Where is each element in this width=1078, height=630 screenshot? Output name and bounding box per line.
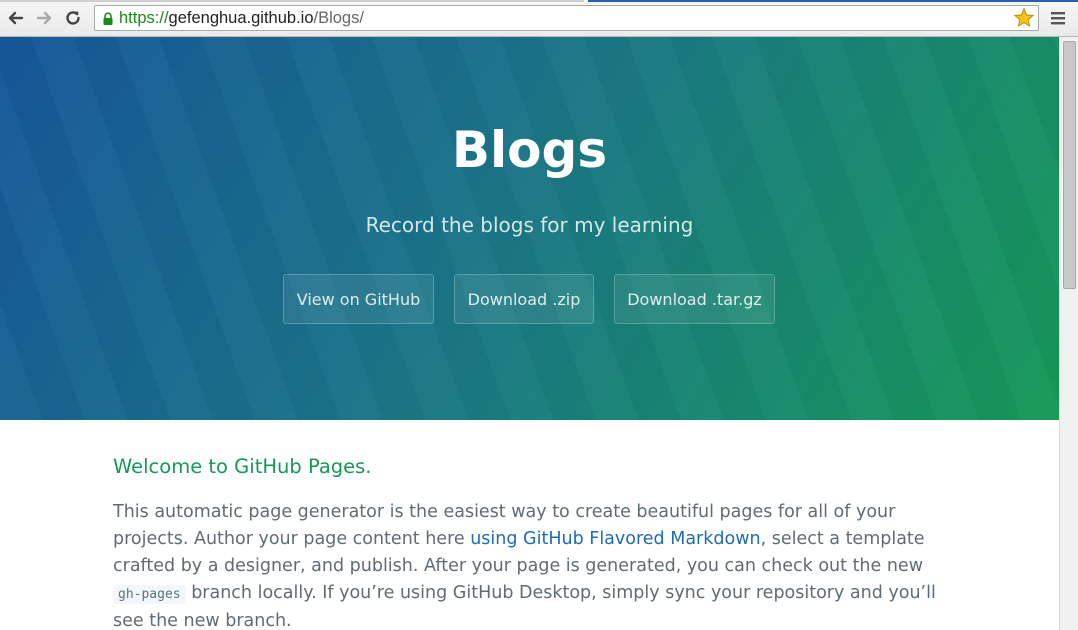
active-tab-edge bbox=[588, 0, 1078, 2]
download-targz-button[interactable]: Download .tar.gz bbox=[614, 274, 775, 324]
page-viewport: Blogs Record the blogs for my learning V… bbox=[0, 37, 1059, 630]
back-button[interactable] bbox=[5, 7, 27, 29]
project-title: Blogs bbox=[451, 121, 608, 179]
welcome-heading: Welcome to GitHub Pages. bbox=[113, 455, 372, 478]
url-text[interactable]: https://gefenghua.github.io/Blogs/ bbox=[119, 6, 364, 30]
page-header: Blogs Record the blogs for my learning V… bbox=[0, 37, 1059, 420]
address-bar[interactable]: https://gefenghua.github.io/Blogs/ bbox=[94, 5, 1039, 31]
reload-icon bbox=[66, 11, 80, 25]
reload-button[interactable] bbox=[62, 7, 84, 29]
star-icon[interactable] bbox=[1013, 7, 1035, 29]
back-arrow-icon bbox=[8, 11, 24, 25]
download-zip-button[interactable]: Download .zip bbox=[454, 274, 594, 324]
markdown-link[interactable]: using GitHub Flavored Markdown bbox=[470, 529, 760, 549]
url-host: gefenghua.github.io bbox=[168, 9, 314, 27]
hamburger-menu-icon[interactable] bbox=[1048, 8, 1068, 28]
lock-icon bbox=[103, 12, 113, 25]
url-path: /Blogs/ bbox=[313, 9, 364, 27]
scrollbar-thumb[interactable] bbox=[1063, 41, 1076, 289]
browser-toolbar: https://gefenghua.github.io/Blogs/ bbox=[0, 0, 1078, 37]
url-scheme: https:// bbox=[119, 9, 169, 27]
forward-arrow-icon bbox=[36, 11, 52, 25]
forward-button[interactable] bbox=[33, 7, 55, 29]
paragraph-text: branch locally. If you’re using GitHub D… bbox=[113, 583, 936, 630]
vertical-scrollbar[interactable] bbox=[1059, 37, 1078, 630]
tab-strip-edge bbox=[0, 0, 584, 2]
view-on-github-button[interactable]: View on GitHub bbox=[283, 274, 434, 324]
intro-paragraph: This automatic page generator is the eas… bbox=[113, 499, 953, 630]
project-tagline: Record the blogs for my learning bbox=[365, 213, 694, 237]
gh-pages-code: gh-pages bbox=[113, 585, 186, 604]
